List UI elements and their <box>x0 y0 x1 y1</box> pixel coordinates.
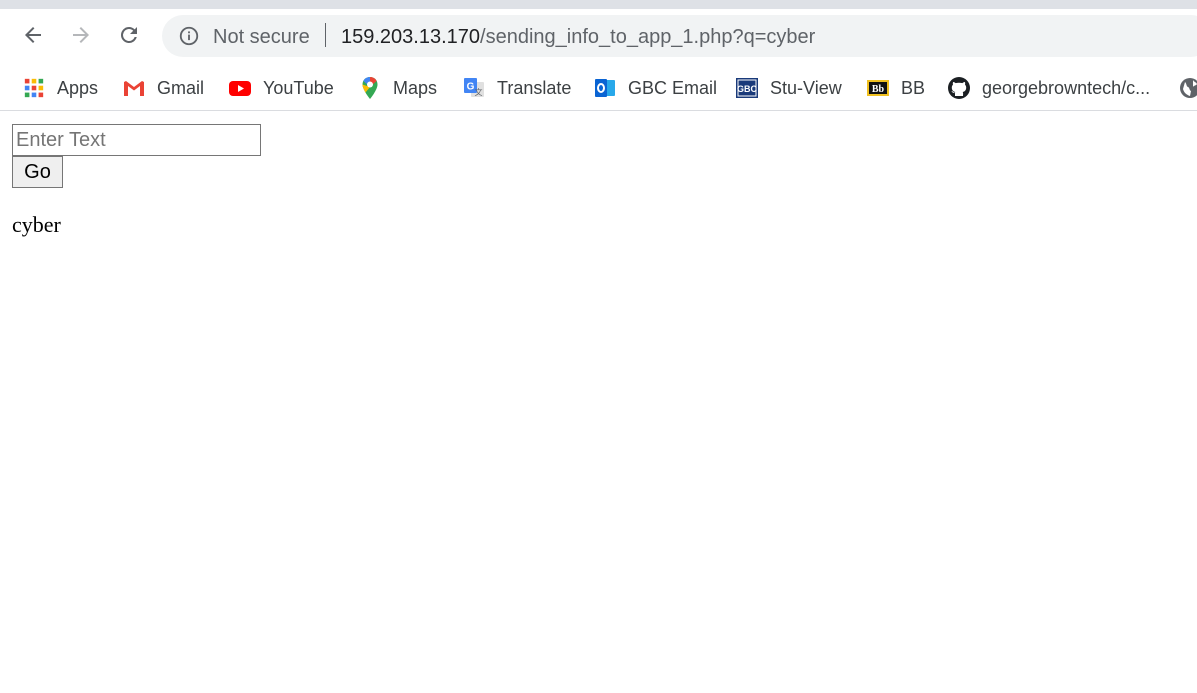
bookmarks-bar: Apps Gmail YouTube Maps G 文 Translate GB… <box>0 65 1197 111</box>
globe-icon <box>1178 76 1197 100</box>
reload-button[interactable] <box>115 21 143 49</box>
bookmark-gbc-email[interactable]: GBC Email <box>593 71 717 105</box>
bookmark-label: Translate <box>497 77 572 98</box>
info-icon[interactable] <box>178 25 200 47</box>
bookmark-gmail[interactable]: Gmail <box>122 71 204 105</box>
bookmark-github[interactable]: georgebrowntech/c... <box>947 71 1150 105</box>
browser-toolbar: Not secure 159.203.13.170/sending_info_t… <box>0 9 1197 65</box>
bookmark-label: georgebrowntech/c... <box>982 77 1151 98</box>
forward-button[interactable] <box>67 21 95 49</box>
bookmark-label: Apps <box>57 77 99 98</box>
text-input[interactable] <box>12 124 261 156</box>
svg-text:G: G <box>467 82 475 93</box>
blackboard-icon: Bb <box>866 76 890 100</box>
url-text[interactable]: 159.203.13.170/sending_info_to_app_1.php… <box>341 26 815 49</box>
gbc-icon: GBC <box>735 76 759 100</box>
arrow-left-icon <box>25 27 41 43</box>
svg-text:GBC: GBC <box>737 84 758 94</box>
svg-text:Bb: Bb <box>872 84 885 95</box>
svg-text:文: 文 <box>475 87 483 97</box>
url-host: 159.203.13.170 <box>341 26 481 48</box>
arrow-right-icon <box>73 27 89 43</box>
go-button[interactable]: Go <box>12 156 63 188</box>
bookmark-label: GBC Email <box>628 77 718 98</box>
translate-icon: G 文 <box>462 76 486 100</box>
bookmark-label: YouTube <box>263 77 334 98</box>
bookmark-label: Gmail <box>157 77 205 98</box>
gmail-icon <box>122 76 146 100</box>
result-text: cyber <box>12 212 61 237</box>
bookmark-label: Maps <box>393 77 438 98</box>
youtube-icon <box>228 76 252 100</box>
url-path: /sending_info_to_app_1.php?q=cyber <box>480 26 816 48</box>
reload-icon <box>121 27 137 43</box>
bookmark-translate[interactable]: G 文 Translate <box>462 71 571 105</box>
maps-icon <box>358 76 382 100</box>
page-content: Go cyber <box>0 112 1197 693</box>
address-bar[interactable]: Not secure 159.203.13.170/sending_info_t… <box>162 15 1197 57</box>
outlook-icon <box>593 76 617 100</box>
back-button[interactable] <box>19 21 47 49</box>
bookmark-label: BB <box>901 77 926 98</box>
github-icon <box>947 76 971 100</box>
tab-strip <box>0 0 1197 9</box>
bookmark-maps[interactable]: Maps <box>358 71 437 105</box>
bookmark-globe[interactable] <box>1178 71 1197 105</box>
bookmark-youtube[interactable]: YouTube <box>228 71 334 105</box>
bookmark-stu-view[interactable]: GBC Stu-View <box>735 71 842 105</box>
bookmark-apps[interactable]: Apps <box>22 71 98 105</box>
bookmark-bb[interactable]: Bb BB <box>866 71 925 105</box>
bookmark-label: Stu-View <box>770 77 842 98</box>
security-divider <box>325 23 326 47</box>
apps-grid-icon <box>22 76 46 100</box>
security-status: Not secure <box>213 26 310 48</box>
